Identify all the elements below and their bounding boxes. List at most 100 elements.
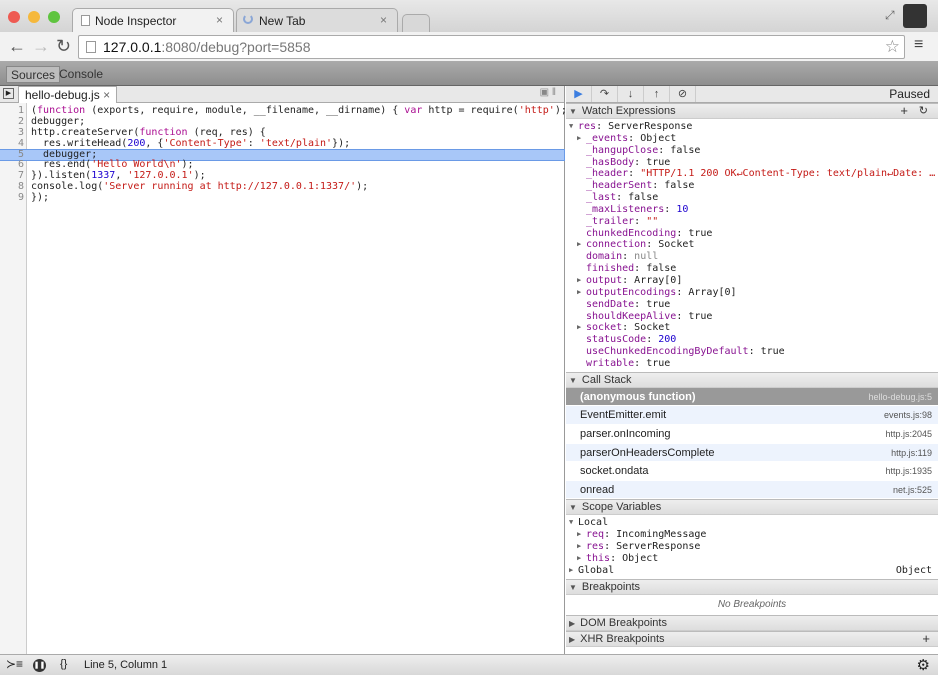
reload-button[interactable]: ↻: [56, 36, 71, 57]
watch-property[interactable]: _hasBody: true: [566, 157, 938, 169]
line-number[interactable]: 9: [0, 192, 24, 204]
back-button[interactable]: ←: [8, 36, 26, 57]
menu-icon[interactable]: ≡: [914, 36, 923, 54]
watch-property[interactable]: ▶ output: Array[0]: [566, 275, 938, 287]
tab-sources[interactable]: Sources: [6, 66, 61, 83]
expand-triangle-icon[interactable]: ▶: [577, 275, 581, 287]
scope-local[interactable]: ▼ Local: [566, 517, 938, 529]
property-value: "HTTP/1.1 200 OK↵Content-Type: text/plai…: [640, 168, 936, 180]
watch-property[interactable]: sendDate: true: [566, 299, 938, 311]
call-frame[interactable]: socket.ondata http.js:1935: [566, 462, 938, 481]
xhr-breakpoints-header[interactable]: ▶ XHR Breakpoints +: [566, 630, 938, 647]
toggle-debugger-icon[interactable]: ▣ ‖: [540, 87, 556, 98]
watch-property[interactable]: _maxListeners: 10: [566, 204, 938, 216]
call-frame[interactable]: onread net.js:525: [566, 480, 938, 500]
close-window-button[interactable]: [8, 11, 20, 23]
frame-location[interactable]: hello-debug.js:5: [868, 388, 932, 407]
dom-breakpoints-header[interactable]: ▶ DOM Breakpoints: [566, 614, 938, 631]
profile-avatar[interactable]: [903, 4, 927, 28]
frame-location[interactable]: events.js:98: [884, 406, 932, 425]
call-frame[interactable]: (anonymous function) hello-debug.js:5: [566, 387, 938, 407]
scope-variables-header[interactable]: ▼ Scope Variables: [566, 499, 938, 516]
watch-property[interactable]: _trailer: "": [566, 216, 938, 228]
frame-location[interactable]: http.js:2045: [885, 425, 932, 444]
pretty-print-icon[interactable]: {}: [60, 658, 67, 670]
watch-property[interactable]: ▶ outputEncodings: Array[0]: [566, 287, 938, 299]
browser-tab-new-tab[interactable]: New Tab ×: [236, 8, 398, 32]
variable-name: req: [586, 529, 605, 541]
pause-on-exceptions-icon[interactable]: ❚❚: [33, 659, 46, 672]
expand-triangle-icon[interactable]: ▶: [577, 529, 581, 541]
close-tab-icon[interactable]: ×: [216, 13, 223, 27]
forward-button[interactable]: →: [32, 36, 50, 57]
scope-variable[interactable]: ▶ res: ServerResponse: [566, 541, 938, 553]
expand-triangle-icon[interactable]: ▶: [577, 133, 581, 145]
code-line[interactable]: 8 console.log('Server running at http://1…: [0, 181, 564, 193]
scope-global[interactable]: ▶ Global Object: [566, 565, 938, 577]
watch-property[interactable]: useChunkedEncodingByDefault: true: [566, 346, 938, 358]
status-bar: ≻≡ ❚❚ {} Line 5, Column 1 ⚙: [0, 654, 938, 675]
browser-tab-node-inspector[interactable]: Node Inspector ×: [72, 8, 234, 32]
deactivate-breakpoints-button[interactable]: ⊘: [670, 86, 696, 102]
scope-variable[interactable]: ▶ this: Object: [566, 553, 938, 565]
frame-location[interactable]: http.js:119: [891, 444, 932, 463]
url-input[interactable]: 127.0.0.1:8080/debug?port=5858 ☆: [78, 35, 905, 59]
expand-triangle-icon[interactable]: ▶: [577, 553, 581, 565]
property-name: _headerSent: [586, 180, 653, 192]
bookmark-star-icon[interactable]: ☆: [885, 37, 900, 57]
watch-property[interactable]: _hangupClose: false: [566, 145, 938, 157]
refresh-watch-icon[interactable]: ↻: [919, 104, 928, 117]
expand-triangle-icon[interactable]: ▶: [577, 239, 581, 251]
settings-gear-icon[interactable]: ⚙: [917, 656, 930, 674]
call-frame[interactable]: parserOnHeadersComplete http.js:119: [566, 443, 938, 463]
add-xhr-breakpoint-icon[interactable]: +: [922, 631, 930, 646]
step-out-button[interactable]: ↑: [644, 86, 670, 102]
watch-property[interactable]: _headerSent: false: [566, 180, 938, 192]
frame-location[interactable]: net.js:525: [893, 481, 932, 500]
close-file-icon[interactable]: ×: [103, 88, 110, 102]
file-tab[interactable]: hello-debug.js ×: [18, 86, 118, 103]
watch-property[interactable]: writable: true: [566, 358, 938, 370]
resume-button[interactable]: ▶︎: [566, 86, 592, 102]
watch-property[interactable]: _last: false: [566, 192, 938, 204]
watch-root[interactable]: ▼ res: ServerResponse: [566, 121, 938, 133]
tab-console[interactable]: Console: [55, 66, 107, 83]
frame-location[interactable]: http.js:1935: [885, 462, 932, 481]
code-editor[interactable]: 1 (function (exports, require, module, __…: [0, 105, 567, 204]
code-line[interactable]: 9});: [0, 192, 564, 204]
watch-expressions-header[interactable]: ▼ Watch Expressions + ↻: [566, 103, 938, 119]
show-console-icon[interactable]: ≻≡: [6, 657, 23, 671]
breakpoints-header[interactable]: ▼ Breakpoints: [566, 578, 938, 595]
watch-property[interactable]: ▶ connection: Socket: [566, 239, 938, 251]
call-frame[interactable]: parser.onIncoming http.js:2045: [566, 425, 938, 444]
call-frame[interactable]: EventEmitter.emit events.js:98: [566, 406, 938, 425]
minimize-window-button[interactable]: [28, 11, 40, 23]
expand-triangle-icon[interactable]: ▶: [577, 287, 581, 299]
line-number[interactable]: 4: [0, 138, 24, 150]
scope-variable[interactable]: ▶ req: IncomingMessage: [566, 529, 938, 541]
property-value: false: [664, 180, 695, 192]
expand-triangle-icon[interactable]: ▶: [577, 322, 581, 334]
watch-property[interactable]: shouldKeepAlive: true: [566, 311, 938, 323]
close-tab-icon[interactable]: ×: [380, 13, 387, 27]
variable-name: this: [586, 552, 611, 564]
fullscreen-icon[interactable]: ⤢: [885, 8, 895, 23]
watch-property[interactable]: _header: "HTTP/1.1 200 OK↵Content-Type: …: [566, 168, 938, 180]
step-into-button[interactable]: ↓: [618, 86, 644, 102]
watch-property[interactable]: domain: null: [566, 251, 938, 263]
add-watch-icon[interactable]: +: [900, 103, 908, 118]
watch-property[interactable]: ▶ _events: Object: [566, 133, 938, 145]
watch-property[interactable]: finished: false: [566, 263, 938, 275]
zoom-window-button[interactable]: [48, 11, 60, 23]
expand-triangle-icon[interactable]: ▶: [577, 541, 581, 553]
watch-property[interactable]: ▶ socket: Socket: [566, 322, 938, 334]
property-name: chunkedEncoding: [586, 227, 677, 239]
step-over-button[interactable]: ↷: [592, 86, 618, 102]
new-tab-button[interactable]: [402, 14, 430, 32]
watch-property[interactable]: chunkedEncoding: true: [566, 228, 938, 240]
code-token: res.writeHead(: [31, 137, 128, 149]
section-title: Breakpoints: [581, 580, 641, 593]
call-stack-header[interactable]: ▼ Call Stack: [566, 371, 938, 388]
toggle-navigator-icon[interactable]: ▶: [3, 88, 14, 99]
watch-property[interactable]: statusCode: 200: [566, 334, 938, 346]
